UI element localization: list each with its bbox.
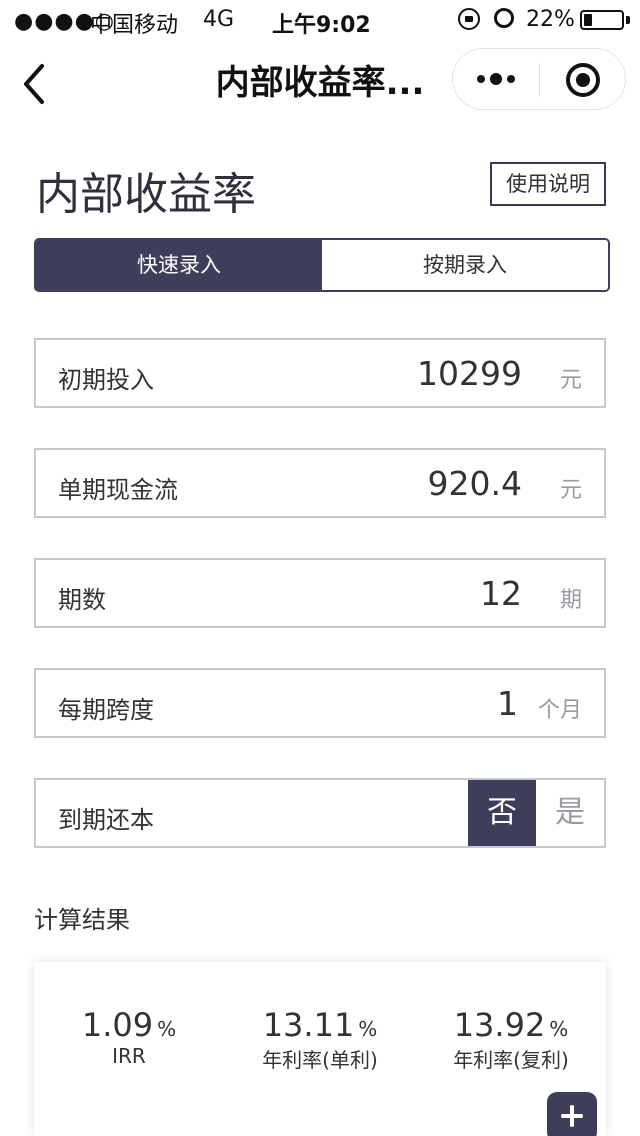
toggle-option-yes[interactable]: 是 — [536, 780, 604, 846]
field-unit: 个月 — [537, 698, 582, 723]
input-mode-tabs: 快速录入 按期录入 — [34, 238, 610, 292]
add-plus-icon[interactable] — [547, 1092, 597, 1136]
alarm-icon — [494, 8, 514, 28]
period-span-input[interactable]: 1 — [497, 684, 518, 723]
result-value: 13.92 — [453, 1006, 546, 1044]
battery-icon — [580, 10, 624, 30]
field-label: 到期还本 — [58, 806, 154, 834]
result-name: 年利率(复利) — [453, 1048, 569, 1072]
result-simple-annual-rate: 13.11% 年利率(单利) — [225, 1006, 415, 1073]
tab-quick-entry[interactable]: 快速录入 — [36, 240, 322, 290]
result-unit: % — [549, 1017, 569, 1041]
mini-program-capsule — [452, 48, 626, 110]
initial-investment-field[interactable]: 初期投入 10299 元 — [34, 338, 606, 408]
help-button[interactable]: 使用说明 — [490, 162, 606, 206]
battery-percent: 22% — [526, 7, 575, 32]
close-dot-icon — [576, 73, 590, 87]
orientation-lock-icon — [458, 8, 480, 30]
nav-bar: 内部收益率... — [0, 40, 640, 128]
network-type: 4G — [203, 7, 235, 32]
nav-title: 内部收益率... — [215, 63, 425, 103]
result-unit: % — [157, 1017, 177, 1041]
results-heading: 计算结果 — [34, 906, 130, 934]
result-irr: 1.09% IRR — [34, 1006, 224, 1068]
result-unit: % — [358, 1017, 378, 1041]
cash-flow-field[interactable]: 单期现金流 920.4 元 — [34, 448, 606, 518]
clock: 上午9:02 — [272, 13, 371, 38]
cash-flow-input[interactable]: 920.4 — [428, 464, 522, 503]
back-arrow-icon[interactable] — [20, 62, 60, 106]
more-menu-button[interactable] — [453, 49, 539, 109]
field-label: 期数 — [58, 586, 106, 614]
result-value: 13.11 — [262, 1006, 355, 1044]
more-dot-icon — [507, 75, 515, 83]
initial-investment-input[interactable]: 10299 — [417, 354, 522, 393]
status-bar: ●●●●○ 中国移动 4G 上午9:02 22% — [0, 0, 640, 40]
field-unit: 元 — [559, 368, 582, 393]
principal-at-maturity-field: 到期还本 否 是 — [34, 778, 606, 848]
more-dot-icon — [477, 75, 485, 83]
field-label: 初期投入 — [58, 366, 154, 394]
result-value: 1.09 — [81, 1006, 154, 1044]
results-card: 1.09% IRR 13.11% 年利率(单利) 13.92% 年利率(复利) — [34, 962, 606, 1136]
carrier-name: 中国移动 — [90, 13, 179, 38]
periods-input[interactable]: 12 — [480, 574, 522, 613]
field-label: 每期跨度 — [58, 696, 154, 724]
period-span-field[interactable]: 每期跨度 1 个月 — [34, 668, 606, 738]
more-dot-icon — [490, 73, 502, 85]
field-unit: 期 — [559, 588, 582, 613]
result-name: IRR — [112, 1044, 146, 1068]
battery-tip — [626, 16, 630, 24]
periods-field[interactable]: 期数 12 期 — [34, 558, 606, 628]
result-compound-annual-rate: 13.92% 年利率(复利) — [416, 1006, 606, 1073]
result-name: 年利率(单利) — [262, 1048, 378, 1072]
close-program-button[interactable] — [540, 49, 626, 109]
field-unit: 元 — [559, 478, 582, 503]
tab-periodic-entry[interactable]: 按期录入 — [322, 240, 608, 290]
toggle-option-no[interactable]: 否 — [468, 780, 536, 846]
page-title: 内部收益率 — [36, 169, 256, 220]
battery-fill — [584, 14, 592, 26]
field-label: 单期现金流 — [58, 476, 178, 504]
